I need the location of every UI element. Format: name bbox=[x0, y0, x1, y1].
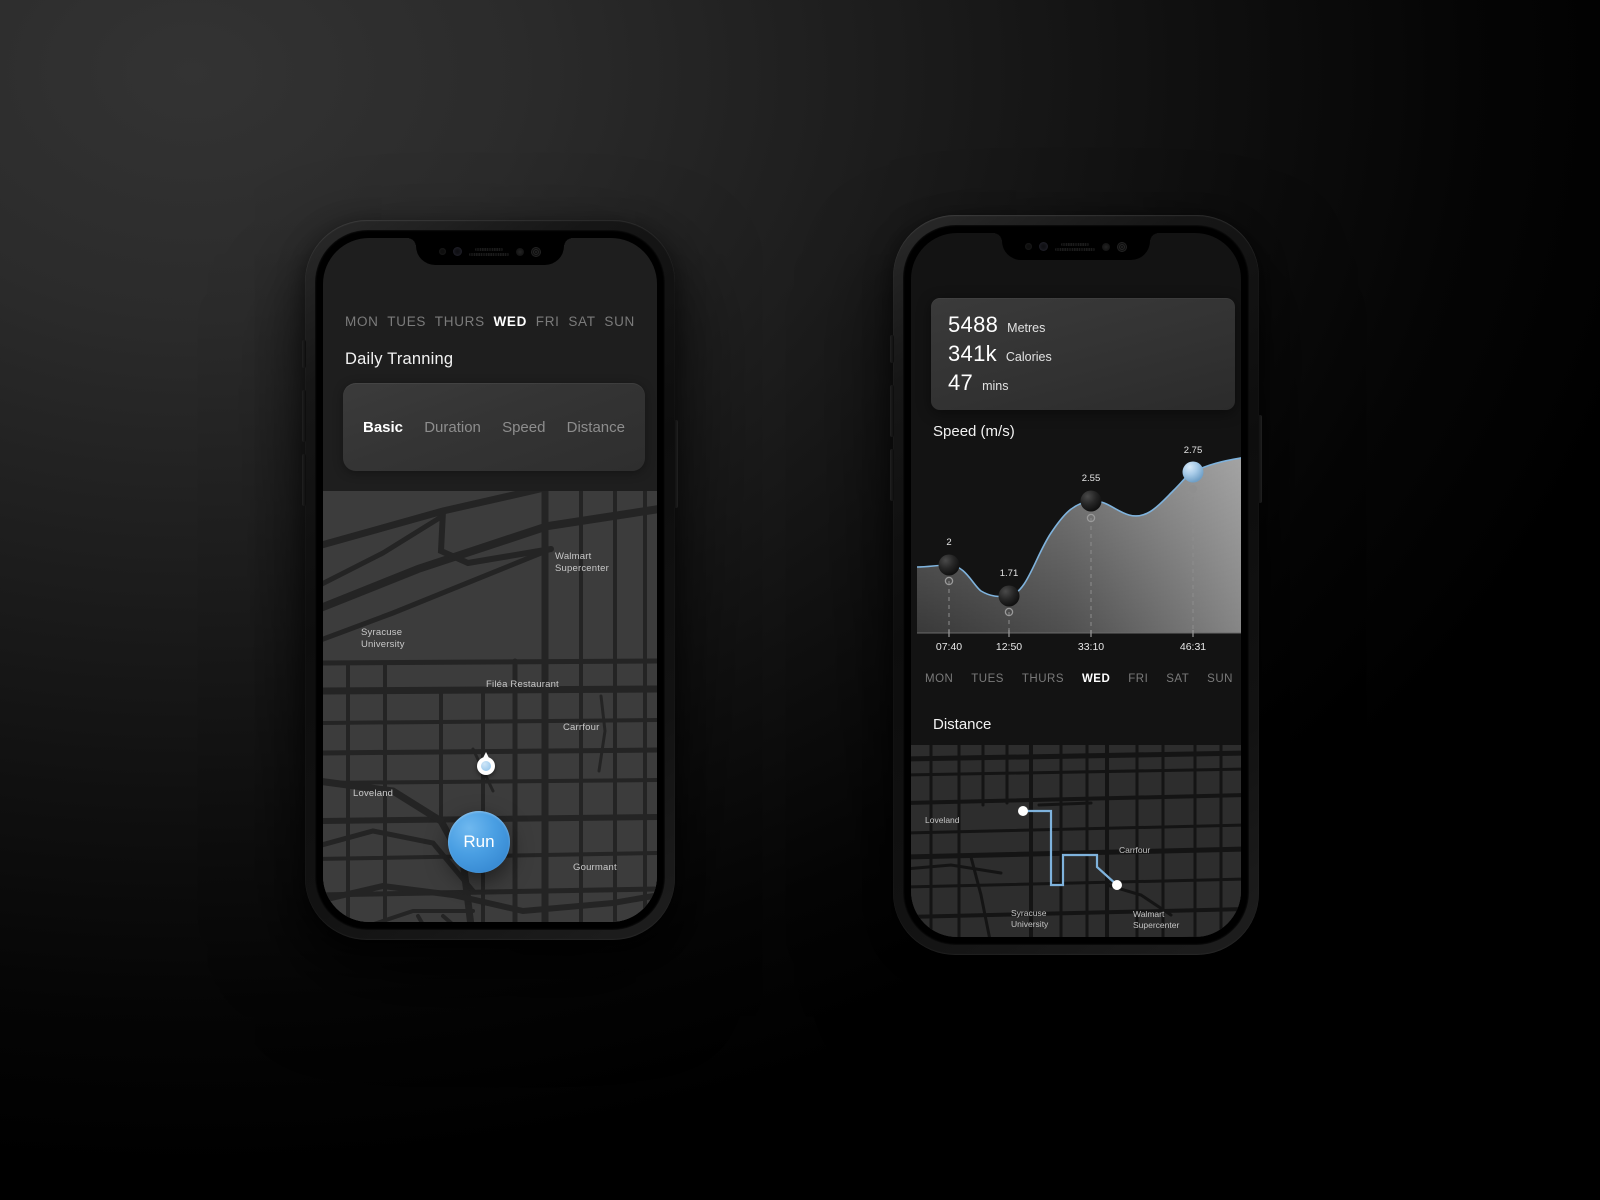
segment-basic[interactable]: Basic bbox=[363, 419, 403, 436]
right-day-selector[interactable]: MON TUES THURS WED FRI SAT SUN bbox=[911, 673, 1241, 685]
pin-dot-icon bbox=[481, 761, 491, 771]
chart-time-label-2: 33:10 bbox=[1077, 641, 1105, 653]
route-start-marker bbox=[1018, 806, 1028, 816]
left-phone-screen: MON TUES THURS WED FRI SAT SUN Daily Tra… bbox=[323, 238, 657, 922]
power-button[interactable] bbox=[674, 420, 678, 508]
daily-training-title: Daily Tranning bbox=[345, 350, 454, 368]
distance-map-label-walmart: Walmart Supercenter bbox=[1133, 909, 1180, 931]
day-tab-sun[interactable]: SUN bbox=[604, 314, 635, 329]
day-tab-fri[interactable]: FRI bbox=[536, 314, 560, 329]
page-background bbox=[0, 0, 1600, 1200]
right-day-tab-sun[interactable]: SUN bbox=[1207, 673, 1233, 685]
stat-unit-metres: Metres bbox=[1007, 321, 1046, 335]
map-label-walmart: Walmart Supercenter bbox=[555, 551, 609, 574]
stat-value-mins: 47 bbox=[948, 370, 974, 395]
right-day-tab-tues[interactable]: TUES bbox=[971, 673, 1004, 685]
chart-point-2 bbox=[1080, 490, 1102, 512]
left-day-selector[interactable]: MON TUES THURS WED FRI SAT SUN bbox=[323, 314, 657, 329]
chart-time-label-1: 12:50 bbox=[995, 641, 1023, 653]
chart-value-label-3: 2.75 bbox=[1183, 445, 1203, 456]
right-day-tab-wed[interactable]: WED bbox=[1082, 673, 1110, 685]
current-location-pin[interactable] bbox=[477, 752, 495, 775]
day-tab-sat[interactable]: SAT bbox=[568, 314, 595, 329]
speed-chart-title: Speed (m/s) bbox=[933, 423, 1015, 440]
distance-map[interactable]: Loveland Carrfour Syracuse University Wa… bbox=[911, 745, 1241, 937]
right-volume-down-button[interactable] bbox=[890, 449, 894, 501]
day-tab-tues[interactable]: TUES bbox=[387, 314, 426, 329]
right-power-button[interactable] bbox=[1258, 415, 1262, 503]
map-label-carrfour: Carrfour bbox=[563, 722, 600, 733]
speed-chart-graphic bbox=[916, 457, 1241, 637]
right-ambient-light-sensor-icon bbox=[1102, 242, 1110, 251]
stat-row-metres: 5488 Metres bbox=[948, 312, 1218, 338]
chart-point-1 bbox=[998, 585, 1020, 607]
map-label-filea: Filéa Restaurant bbox=[486, 679, 559, 690]
right-day-tab-mon[interactable]: MON bbox=[925, 673, 953, 685]
proximity-sensor-icon bbox=[439, 248, 446, 255]
distance-map-label-loveland: Loveland bbox=[925, 815, 960, 825]
volume-up-button[interactable] bbox=[302, 390, 306, 442]
right-speaker-grille-icon bbox=[1055, 242, 1095, 251]
map-label-syracuse: Syracuse University bbox=[361, 627, 405, 650]
right-notch bbox=[993, 233, 1159, 260]
distance-map-graphic bbox=[911, 745, 1241, 937]
chart-point-3 bbox=[1182, 461, 1204, 483]
segment-duration[interactable]: Duration bbox=[424, 419, 481, 436]
summary-stats-card: 5488 Metres 341k Calories 47 mins bbox=[931, 298, 1235, 410]
distance-section-title: Distance bbox=[933, 716, 992, 733]
map-label-loveland: Loveland bbox=[353, 788, 394, 799]
stat-unit-calories: Calories bbox=[1005, 350, 1052, 364]
run-button[interactable]: Run bbox=[448, 811, 510, 873]
right-mute-switch[interactable] bbox=[890, 335, 894, 363]
stat-unit-mins: mins bbox=[982, 379, 1009, 393]
volume-down-button[interactable] bbox=[302, 454, 306, 506]
right-volume-up-button[interactable] bbox=[890, 385, 894, 437]
right-dot-projector-icon bbox=[1117, 241, 1127, 252]
dot-projector-icon bbox=[531, 246, 541, 257]
right-day-tab-fri[interactable]: FRI bbox=[1128, 673, 1148, 685]
chart-sub-marker-highlight bbox=[1189, 485, 1197, 493]
metric-segmented-control[interactable]: Basic Duration Speed Distance bbox=[343, 383, 645, 471]
mute-switch[interactable] bbox=[302, 340, 306, 368]
right-day-tab-sat[interactable]: SAT bbox=[1166, 673, 1189, 685]
chart-value-label-0: 2 bbox=[946, 537, 952, 548]
stat-value-metres: 5488 bbox=[948, 312, 999, 337]
chart-value-label-1: 1.71 bbox=[999, 568, 1019, 579]
segment-speed[interactable]: Speed bbox=[502, 419, 545, 436]
chart-time-label-0: 07:40 bbox=[935, 641, 963, 653]
right-day-tab-thurs[interactable]: THURS bbox=[1022, 673, 1064, 685]
speaker-grille-icon bbox=[469, 247, 509, 256]
stat-row-mins: 47 mins bbox=[948, 370, 1218, 396]
notch bbox=[407, 238, 573, 265]
ambient-light-sensor-icon bbox=[516, 247, 524, 256]
training-map[interactable]: Walmart Supercenter Syracuse University … bbox=[323, 491, 657, 922]
stat-value-calories: 341k bbox=[948, 341, 997, 366]
speed-chart[interactable]: 2 1.71 2.55 2.75 07:40 12:50 33:10 46:31 bbox=[911, 445, 1241, 653]
left-phone-device: MON TUES THURS WED FRI SAT SUN Daily Tra… bbox=[302, 220, 678, 940]
route-end-marker bbox=[1112, 880, 1122, 890]
day-tab-wed[interactable]: WED bbox=[493, 314, 527, 329]
chart-value-label-2: 2.55 bbox=[1081, 473, 1101, 484]
right-proximity-sensor-icon bbox=[1025, 243, 1032, 250]
chart-time-label-3: 46:31 bbox=[1179, 641, 1207, 653]
right-front-camera-icon bbox=[1039, 242, 1048, 251]
distance-map-label-carrfour: Carrfour bbox=[1119, 845, 1151, 855]
front-camera-icon bbox=[453, 247, 462, 256]
distance-map-label-syracuse: Syracuse University bbox=[1011, 908, 1049, 930]
map-label-gourmant: Gourmant bbox=[573, 862, 617, 873]
chart-point-0 bbox=[938, 554, 960, 576]
day-tab-thurs[interactable]: THURS bbox=[435, 314, 485, 329]
left-phone-bezel: MON TUES THURS WED FRI SAT SUN Daily Tra… bbox=[315, 230, 665, 930]
right-phone-screen: 5488 Metres 341k Calories 47 mins Speed … bbox=[911, 233, 1241, 937]
right-phone-bezel: 5488 Metres 341k Calories 47 mins Speed … bbox=[903, 225, 1249, 945]
segment-distance[interactable]: Distance bbox=[567, 419, 625, 436]
stat-row-calories: 341k Calories bbox=[948, 341, 1218, 367]
day-tab-mon[interactable]: MON bbox=[345, 314, 379, 329]
right-phone-device: 5488 Metres 341k Calories 47 mins Speed … bbox=[890, 215, 1262, 955]
